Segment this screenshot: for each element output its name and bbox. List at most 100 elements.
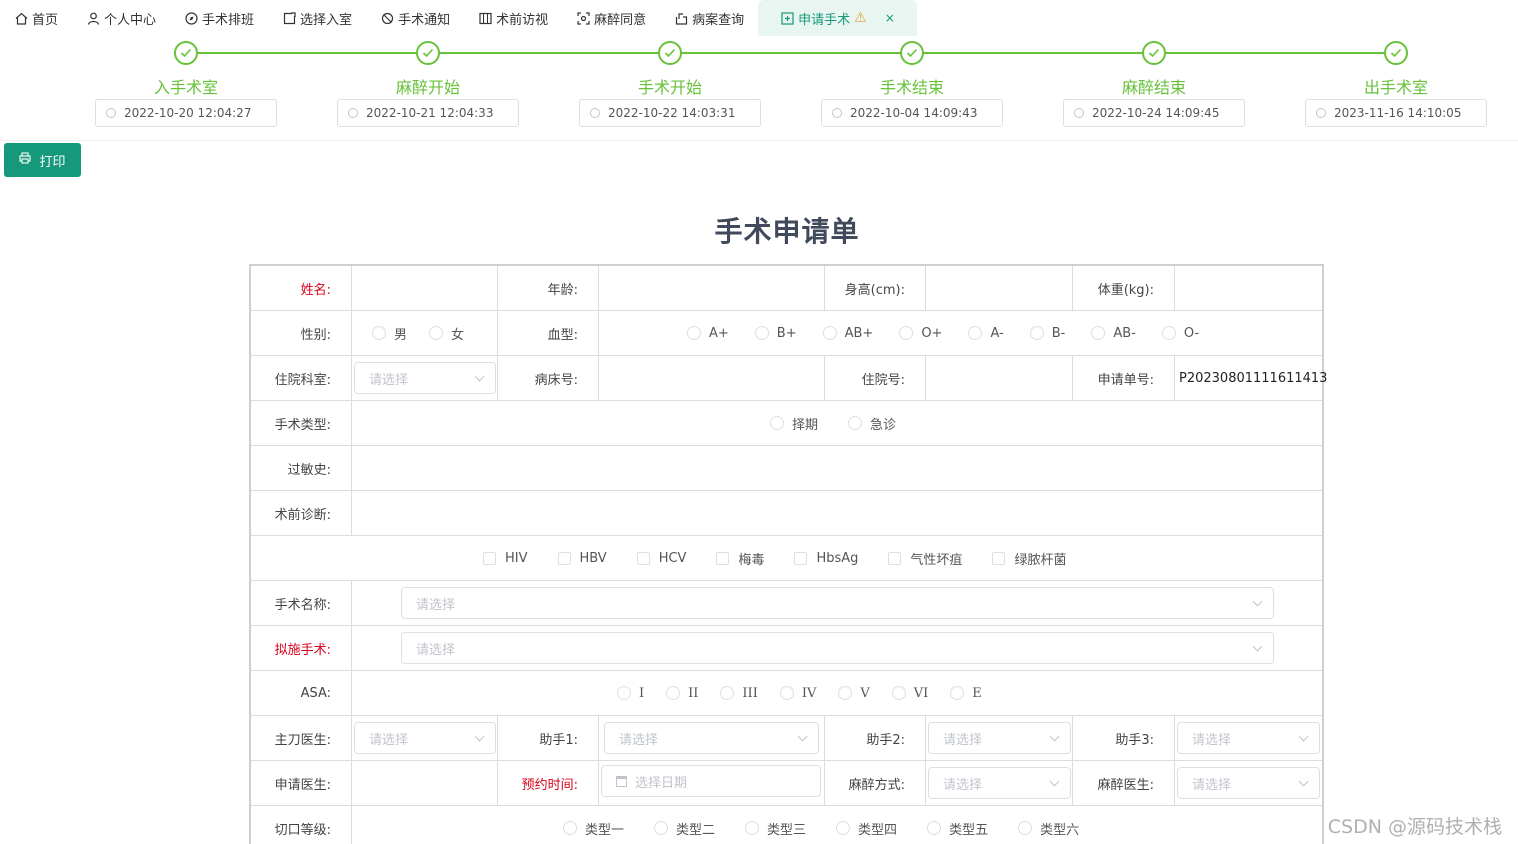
blood-o-neg-radio[interactable]: O- [1161,325,1200,341]
radio-label: IV [801,685,817,701]
radio-circle [899,326,914,340]
warning-icon: ⚠ [854,10,867,26]
select-placeholder: 请选择 [943,777,983,793]
allergy-field[interactable] [352,446,1322,490]
asa-2-radio[interactable]: II [666,686,698,701]
step-time-value: 2022-10-04 14:09:43 [850,106,978,120]
checkbox-label: 绿脓杆菌 [1014,552,1067,568]
radio-label: 类型六 [1040,822,1080,838]
elective-radio[interactable]: 择期 [770,414,818,433]
hcv-checkbox[interactable]: HCV [636,551,686,566]
radio-label: O- [1183,325,1200,341]
blood-ab-pos-radio[interactable]: AB+ [822,326,873,341]
step-time-input[interactable]: 2022-10-04 14:09:43 [821,99,1003,127]
step-label: 麻醉结束 [1121,78,1186,97]
asa-3-radio[interactable]: III [720,686,758,701]
form-row-diagnosis: 术前诊断: [251,491,1322,536]
gender-male-radio[interactable]: 男 [372,324,407,343]
tab-surgery-schedule[interactable]: 手术排班 [170,0,268,36]
assistant1-select[interactable]: 请选择 [604,722,819,754]
emergency-radio[interactable]: 急诊 [848,414,896,433]
gas-gangrene-checkbox[interactable]: 气性坏疽 [888,549,962,568]
appointment-date-picker[interactable]: 选择日期 [601,765,821,797]
incision-type2-radio[interactable]: 类型二 [654,819,715,838]
tab-preop-visit[interactable]: 术前访视 [464,0,562,36]
asa-4-radio[interactable]: IV [779,685,817,701]
step-enter-room: 入手术室 2022-10-20 12:04:27 [94,41,278,127]
step-time-input[interactable]: 2022-10-22 14:03:31 [579,99,761,127]
close-icon[interactable]: × [885,11,895,25]
radio-circle [836,821,851,835]
form-row-infections: HIV HBV HCV 梅毒 HbsAg 气性坏疽 绿脓杆菌 [251,536,1322,581]
incision-grade-label: 切口等级: [251,806,352,844]
select-placeholder: 请选择 [369,372,409,388]
tab-anesthesia-consent[interactable]: 麻醉同意 [562,0,660,36]
incision-type5-radio[interactable]: 类型五 [927,819,988,838]
visit-icon [478,11,492,25]
tab-personal-center[interactable]: 个人中心 [72,0,170,36]
height-field[interactable] [926,266,1073,310]
department-select[interactable]: 请选择 [354,362,496,394]
surgery-name-select[interactable]: 请选择 [401,587,1274,619]
incision-type6-radio[interactable]: 类型六 [1018,819,1079,838]
tab-preop-visit-label: 术前访视 [496,12,549,28]
share-icon [674,11,688,25]
weight-field[interactable] [1175,266,1322,310]
syphilis-checkbox[interactable]: 梅毒 [716,549,764,568]
blood-b-neg-radio[interactable]: B- [1029,325,1066,341]
blood-a-pos-radio[interactable]: A+ [687,326,729,341]
blood-b-pos-radio[interactable]: B+ [754,326,797,341]
anesthetist-select[interactable]: 请选择 [1177,767,1320,799]
assistant2-select[interactable]: 请选择 [928,722,1071,754]
tab-surgery-notice-label: 手术通知 [398,12,451,28]
surgeon-select[interactable]: 请选择 [354,722,496,754]
incision-type1-radio[interactable]: 类型一 [563,819,624,838]
anesthesia-method-select[interactable]: 请选择 [928,767,1071,799]
assistant1-cell: 请选择 [599,716,825,760]
tab-home[interactable]: 首页 [0,0,72,36]
blood-o-pos-radio[interactable]: O+ [899,326,942,341]
tab-surgery-notice[interactable]: 手术通知 [366,0,464,36]
radio-label: 类型二 [676,822,716,838]
incision-type3-radio[interactable]: 类型三 [745,819,806,838]
age-field[interactable] [599,266,825,310]
step-time-input[interactable]: 2023-11-16 14:10:05 [1305,99,1487,127]
asa-e-radio[interactable]: E [950,686,982,701]
admission-number-field[interactable] [926,356,1073,400]
applicant-doctor-field[interactable] [352,761,498,805]
blood-a-neg-radio[interactable]: A- [968,326,1004,341]
bed-number-field[interactable] [599,356,825,400]
radio-label: B- [1051,325,1066,341]
tab-case-query[interactable]: 病案查询 [660,0,758,36]
asa-6-radio[interactable]: VI [891,686,928,701]
hbsag-checkbox[interactable]: HbsAg [794,551,858,566]
step-time-input[interactable]: 2022-10-21 12:04:33 [337,99,519,127]
step-time-input[interactable]: 2022-10-24 14:09:45 [1063,99,1245,127]
tab-apply-surgery[interactable]: 申请手术 ⚠ × [758,0,917,36]
asa-1-radio[interactable]: I [617,686,644,701]
check-icon [416,41,440,65]
print-button[interactable]: 打印 [4,143,81,177]
calendar-icon [616,775,627,787]
radio-circle [770,416,784,430]
gender-female-radio[interactable]: 女 [429,324,464,343]
anesthesia-method-label: 麻醉方式: [825,761,926,805]
blood-ab-neg-radio[interactable]: AB- [1091,326,1136,341]
chevron-down-icon [1252,596,1263,607]
planned-surgery-select[interactable]: 请选择 [401,632,1274,664]
incision-type4-radio[interactable]: 类型四 [836,819,897,838]
diagnosis-field[interactable] [352,491,1322,535]
tab-select-room[interactable]: 选择入室 [268,0,366,36]
assistant3-select[interactable]: 请选择 [1177,722,1320,754]
asa-5-radio[interactable]: V [838,686,870,701]
radio-circle [1091,326,1106,340]
pseudomonas-checkbox[interactable]: 绿脓杆菌 [992,549,1066,568]
hiv-checkbox[interactable]: HIV [483,551,528,566]
name-field[interactable] [352,266,498,310]
checkbox-box [888,551,902,565]
step-time-input[interactable]: 2022-10-20 12:04:27 [95,99,277,127]
hbv-checkbox[interactable]: HBV [557,551,607,566]
step-label: 麻醉开始 [395,78,460,97]
check-icon [1384,41,1408,65]
radio-label: II [688,685,699,701]
